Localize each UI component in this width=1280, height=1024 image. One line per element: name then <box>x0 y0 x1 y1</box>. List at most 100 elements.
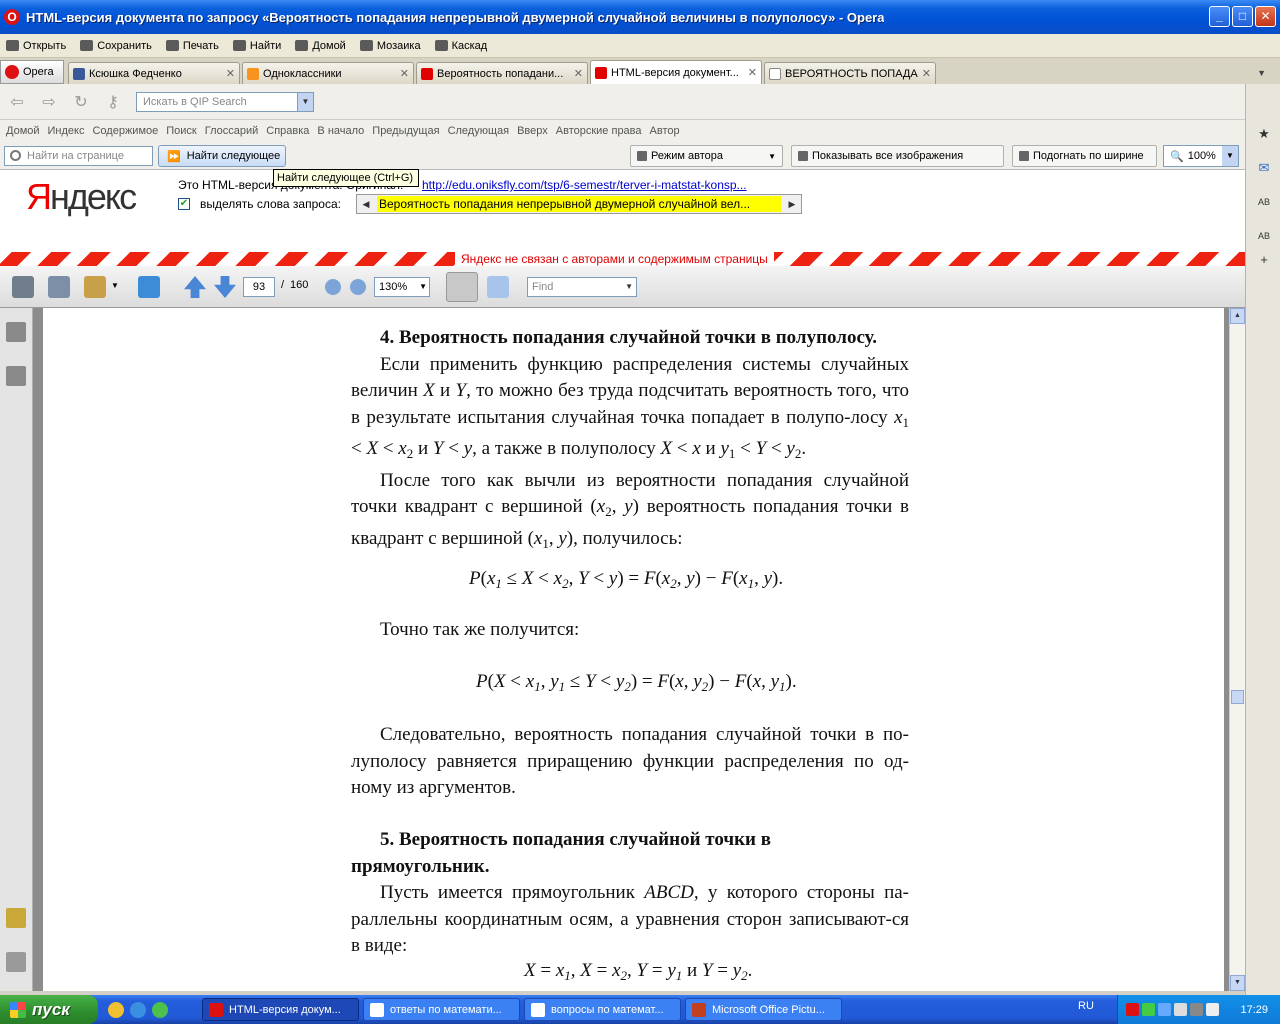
flag-tray-icon[interactable] <box>1206 1003 1219 1016</box>
page-number-input[interactable]: 93 <box>243 277 275 297</box>
link-author[interactable]: Автор <box>650 125 680 137</box>
tab-close-icon[interactable]: ✕ <box>400 67 409 80</box>
link-index[interactable]: Индекс <box>48 125 85 137</box>
fit-to-width-button[interactable]: Подогнать по ширине <box>1012 145 1157 167</box>
zoom-out-icon[interactable] <box>325 279 341 295</box>
language-indicator[interactable]: RU <box>1078 1000 1094 1012</box>
tab-list-chevron-icon[interactable]: ▼ <box>1257 68 1266 78</box>
next-page-icon[interactable] <box>214 276 236 298</box>
chevron-down-icon[interactable]: ▼ <box>297 92 313 111</box>
highlight-checkbox[interactable]: ✔ <box>178 198 190 210</box>
network-tray-icon[interactable] <box>1158 1003 1171 1016</box>
find-button[interactable]: Найти <box>232 40 281 52</box>
maximize-button[interactable]: □ <box>1232 6 1253 27</box>
volume-tray-icon[interactable] <box>1174 1003 1187 1016</box>
link-next[interactable]: Следующая <box>448 125 510 137</box>
opera-tray-icon[interactable] <box>1126 1003 1139 1016</box>
previous-page-icon[interactable] <box>184 276 206 298</box>
query-highlight[interactable]: Вероятность попадания непрерывной двумер… <box>377 196 781 212</box>
link-home[interactable]: Домой <box>6 125 40 137</box>
internet-explorer-icon[interactable] <box>130 1001 146 1018</box>
save-icon[interactable] <box>48 276 70 298</box>
link-contents[interactable]: Содержимое <box>92 125 158 137</box>
zoom-select[interactable]: 🔍 100% ▼ <box>1163 145 1239 167</box>
chevron-down-icon[interactable]: ▼ <box>419 278 427 296</box>
tab[interactable]: Одноклассники ✕ <box>242 62 414 84</box>
tab-close-icon[interactable]: ✕ <box>574 67 583 80</box>
web-icon[interactable] <box>138 276 160 298</box>
print-button[interactable]: Печать <box>165 40 219 52</box>
open-button[interactable]: Открыть <box>6 40 66 52</box>
show-all-images-button[interactable]: Показывать все изображения <box>791 145 1004 167</box>
next-match-icon[interactable]: ▶ <box>783 195 801 213</box>
find-on-page-input[interactable]: Найти на странице <box>4 146 153 166</box>
author-mode-button[interactable]: Режим автора ▼ <box>630 145 783 167</box>
back-arrow-icon[interactable]: ⇦ <box>8 92 26 112</box>
pages-icon[interactable] <box>6 322 26 342</box>
taskbar-task[interactable]: HTML-версия докум... <box>202 998 359 1021</box>
link-glossary[interactable]: Глоссарий <box>205 125 259 137</box>
tab[interactable]: ВЕРОЯТНОСТЬ ПОПАДА... ✕ <box>764 62 936 84</box>
taskbar-task[interactable]: ответы по математи... <box>363 998 520 1021</box>
scroll-up-icon[interactable]: ▲ <box>1230 308 1245 324</box>
comments-icon[interactable] <box>6 908 26 928</box>
forward-arrow-icon[interactable]: ⇨ <box>40 92 58 112</box>
link-top[interactable]: В начало <box>317 125 364 137</box>
home-button[interactable]: Домой <box>295 40 346 52</box>
link-up[interactable]: Вверх <box>517 125 548 137</box>
paperclip-icon[interactable] <box>6 952 26 972</box>
fit-width-icon[interactable] <box>446 272 478 302</box>
clock[interactable]: 17:29 <box>1240 1004 1268 1016</box>
qip-search-input[interactable]: Искать в QIP Search ▼ <box>136 91 314 112</box>
notes-icon[interactable]: AB <box>1256 228 1272 244</box>
link-copyright[interactable]: Авторские права <box>556 125 642 137</box>
window-title-bar[interactable]: O HTML-версия документа по запросу «Веро… <box>0 0 1280 34</box>
icq-icon[interactable] <box>152 1001 168 1018</box>
add-panel-icon[interactable]: + <box>1256 252 1272 268</box>
link-help[interactable]: Справка <box>266 125 309 137</box>
link-search[interactable]: Поиск <box>166 125 196 137</box>
tab-close-icon[interactable]: ✕ <box>226 67 235 80</box>
chevron-down-icon[interactable]: ▼ <box>625 278 633 296</box>
scroll-down-icon[interactable]: ▼ <box>1230 975 1245 991</box>
vertical-scrollbar[interactable]: ▲ ▼ <box>1229 308 1245 991</box>
quick-launch-icon[interactable] <box>108 1001 124 1018</box>
chevron-down-icon[interactable]: ▼ <box>1222 146 1238 166</box>
pdf-zoom-select[interactable]: 130% ▼ <box>374 277 430 297</box>
previous-match-icon[interactable]: ◀ <box>357 195 375 213</box>
find-next-button[interactable]: ⏩ Найти следующее <box>158 145 286 167</box>
print-icon[interactable] <box>12 276 34 298</box>
tab[interactable]: Ксюшка Федченко ✕ <box>68 62 240 84</box>
contacts-icon[interactable]: AB <box>1256 194 1272 210</box>
scroll-thumb[interactable] <box>1231 690 1244 704</box>
tab-active[interactable]: HTML-версия документ... ✕ <box>590 60 762 84</box>
icq-tray-icon[interactable] <box>1142 1003 1155 1016</box>
update-tray-icon[interactable] <box>1190 1003 1203 1016</box>
original-url-link[interactable]: http://edu.oniksfly.com/tsp/6-semestr/te… <box>422 178 747 192</box>
tab[interactable]: Вероятность попадани... ✕ <box>416 62 588 84</box>
save-button[interactable]: Сохранить <box>80 40 152 52</box>
attachments-binoculars-icon[interactable] <box>6 366 26 386</box>
minimize-button[interactable]: _ <box>1209 6 1230 27</box>
section-heading-4: 4. Вероятность попадания случайной точки… <box>380 327 877 348</box>
tab-close-icon[interactable]: ✕ <box>922 67 931 80</box>
taskbar-task[interactable]: Microsoft Office Pictu... <box>685 998 842 1021</box>
chevron-down-icon[interactable]: ▼ <box>111 281 119 290</box>
share-icon[interactable] <box>84 276 106 298</box>
mail-icon[interactable]: ✉ <box>1256 160 1272 176</box>
opera-menu-button[interactable]: Opera <box>0 60 64 84</box>
cascade-button[interactable]: Каскад <box>434 40 487 52</box>
start-button[interactable]: пуск <box>0 995 98 1024</box>
link-previous[interactable]: Предыдущая <box>372 125 439 137</box>
key-icon[interactable]: ⚷ <box>104 92 122 112</box>
zoom-in-icon[interactable] <box>350 279 366 295</box>
close-button[interactable]: ✕ <box>1255 6 1276 27</box>
yandex-logo[interactable]: Яндекс <box>26 176 137 218</box>
pdf-find-input[interactable]: Find ▼ <box>527 277 637 297</box>
tab-close-icon[interactable]: ✕ <box>748 66 757 79</box>
fit-page-icon[interactable] <box>487 276 509 298</box>
bookmarks-star-icon[interactable]: ★ <box>1256 126 1272 142</box>
taskbar-task[interactable]: вопросы по математ... <box>524 998 681 1021</box>
reload-icon[interactable]: ↻ <box>72 92 90 112</box>
tile-button[interactable]: Мозаика <box>359 40 421 52</box>
